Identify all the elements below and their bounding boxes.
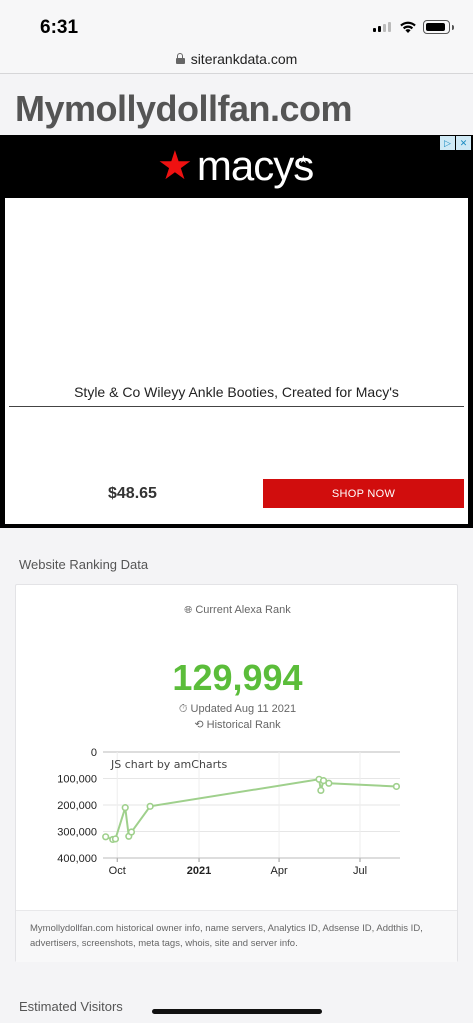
status-time: 6:31: [40, 17, 79, 38]
status-bar: 6:31: [0, 0, 473, 44]
y-tick-label: 100,000: [57, 774, 97, 786]
ad-product-card[interactable]: Style & Co Wileyy Ankle Booties, Created…: [5, 198, 468, 524]
battery-icon: [423, 20, 454, 34]
rank-data-point: [325, 779, 333, 787]
close-icon[interactable]: ✕: [456, 136, 471, 150]
star-icon: ★: [157, 144, 193, 188]
rank-data-point: [392, 782, 401, 791]
x-tick-label: Jul: [353, 865, 367, 877]
historical-rank-label: ⟲ Historical Rank: [194, 719, 281, 731]
ranking-panel: 🌐︎ Current Alexa Rank 129,994 ⏱︎ Updated…: [15, 584, 458, 962]
adchoices-icon[interactable]: ▷: [440, 136, 455, 150]
cellular-signal-icon: [373, 22, 391, 32]
rank-data-point: [111, 835, 120, 843]
product-name[interactable]: Style & Co Wileyy Ankle Booties, Created…: [5, 384, 468, 400]
section-title-ranking: Website Ranking Data: [19, 557, 149, 572]
brand-wordmark: macys ★: [196, 142, 314, 189]
x-tick-label: Oct: [109, 865, 126, 877]
y-tick-label: 0: [91, 747, 97, 759]
url-text: siterankdata.com: [190, 50, 298, 67]
alexa-rank-value: 129,994: [172, 657, 303, 698]
alexa-rank-label: 🌐︎ Current Alexa Rank: [184, 604, 291, 616]
y-tick-label: 200,000: [57, 800, 97, 812]
rank-data-point: [317, 786, 325, 795]
lock-icon: [175, 53, 185, 64]
y-tick-label: 400,000: [57, 853, 97, 865]
history-icon: ⟲: [194, 719, 204, 731]
wifi-icon: [400, 21, 416, 33]
updated-date: ⏱︎ Updated Aug 11 2021: [178, 703, 297, 715]
rank-data-point: [127, 828, 136, 836]
rank-data-point: [121, 804, 129, 812]
x-tick-label: Apr: [271, 865, 288, 877]
rank-data-point: [146, 802, 154, 810]
shop-now-button[interactable]: SHOP NOW: [263, 479, 464, 508]
globe-icon: 🌐︎: [184, 605, 193, 616]
rank-data-point: [102, 833, 110, 841]
section-title-visitors: Estimated Visitors: [19, 999, 123, 1014]
clock-icon: ⏱︎: [178, 703, 188, 715]
macys-logo: ★ macys ★: [157, 142, 314, 189]
ad-choices[interactable]: ▷ ✕: [440, 136, 471, 150]
product-price: $48.65: [108, 485, 157, 502]
address-bar[interactable]: siterankdata.com: [0, 44, 473, 74]
historical-rank-chart[interactable]: 0 100,000 200,000 300,000 400,000 Oct 2021 Apr J…: [16, 740, 457, 885]
y-tick-label: 300,000: [57, 827, 97, 839]
divider: [9, 406, 464, 407]
x-tick-label: 2021: [187, 865, 211, 877]
chart-watermark: JS chart by amCharts: [110, 758, 227, 771]
panel-footer-text: Mymollydollfan.com historical owner info…: [16, 910, 457, 962]
home-indicator: [152, 1009, 322, 1014]
page-title: Mymollydollfan.com: [15, 88, 353, 129]
